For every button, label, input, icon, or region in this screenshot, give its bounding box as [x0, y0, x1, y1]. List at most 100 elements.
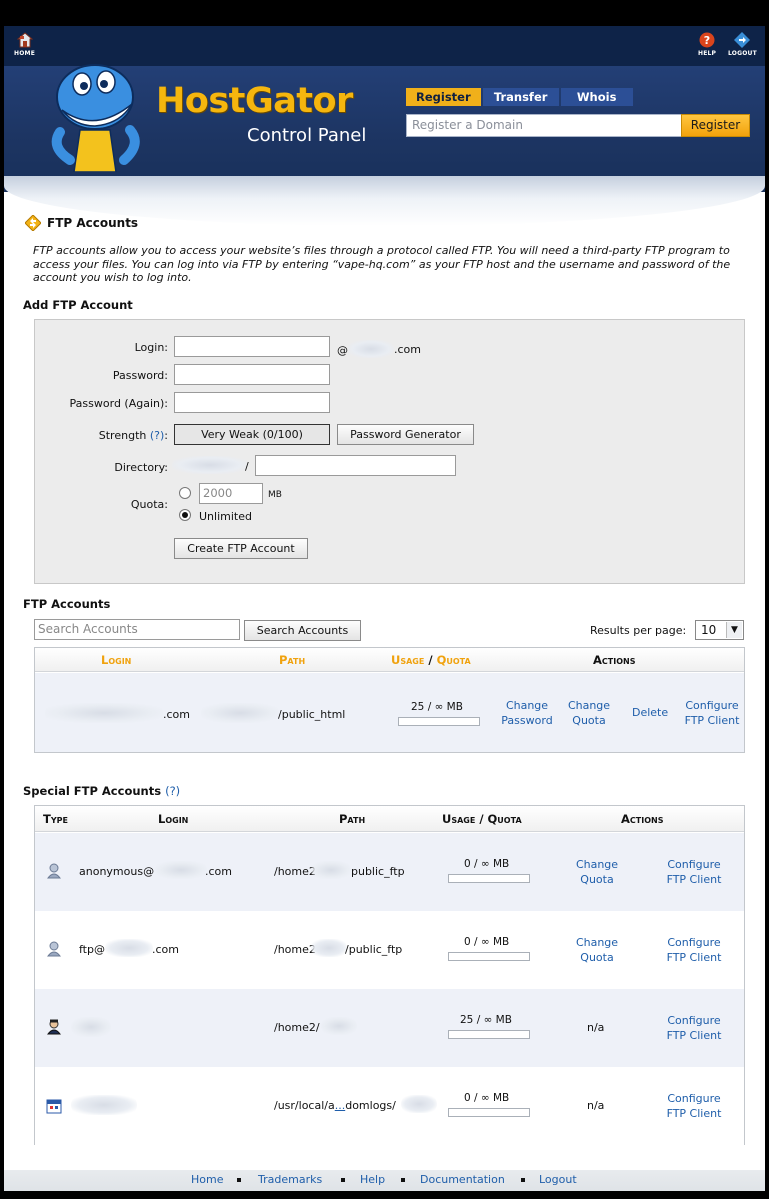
help-button[interactable]: ? HELP [698, 32, 716, 57]
password-generator-button[interactable]: Password Generator [337, 424, 474, 445]
special-ftp-table-header: Type Login Path Usage / Quota Actions [35, 806, 744, 832]
redacted-path [311, 861, 351, 879]
footer-link-trademarks[interactable]: Trademarks [258, 1173, 322, 1186]
add-ftp-panel: Login: @ .com Password: Password (Again)… [34, 319, 745, 584]
redacted-login [155, 861, 207, 879]
table-row: /home2/ 25 / ∞ MB n/a Configure FTP Clie… [35, 989, 744, 1067]
footer-link-documentation[interactable]: Documentation [420, 1173, 505, 1186]
control-panel-subtitle: Control Panel [247, 125, 367, 146]
usage-value: 0 / ∞ MB [464, 1092, 510, 1104]
redacted-domain [348, 340, 394, 358]
column-quota[interactable]: Quota [437, 653, 471, 667]
login-label: Login: [134, 341, 168, 354]
redacted-directory [172, 456, 248, 474]
change-quota-link[interactable]: Change Quota [570, 857, 624, 887]
user-icon [47, 941, 61, 957]
change-quota-link[interactable]: Change Quota [562, 698, 616, 728]
column-usage[interactable]: Usage [391, 653, 424, 667]
footer: Home Trademarks Help Documentation Logou… [4, 1170, 765, 1191]
help-icon: ? [699, 32, 715, 48]
quota-limited-radio[interactable] [179, 487, 191, 499]
configure-ftp-client-link[interactable]: Configure FTP Client [662, 857, 726, 887]
results-per-page-select[interactable]: 10 ▼ [695, 620, 744, 640]
table-row: /usr/local/a...domlogs/ 0 / ∞ MB n/a Con… [35, 1067, 744, 1145]
table-row: ftp@ .com /home2 /public_ftp 0 / ∞ MB Ch… [35, 911, 744, 989]
directory-slash: / [245, 460, 249, 473]
footer-link-help[interactable]: Help [360, 1173, 385, 1186]
ftp-accounts-section-title: FTP Accounts [23, 597, 111, 611]
configure-ftp-client-link[interactable]: Configure FTP Client [662, 1091, 726, 1121]
special-path-group: /usr/local/a...domlogs/ [274, 1099, 396, 1112]
column-login[interactable]: Login [101, 653, 131, 667]
create-ftp-account-button[interactable]: Create FTP Account [174, 538, 308, 559]
change-quota-link[interactable]: Change Quota [570, 935, 624, 965]
usage-value: 0 / ∞ MB [464, 858, 510, 870]
strength-help-link[interactable]: (?) [150, 429, 164, 442]
tab-register[interactable]: Register [406, 88, 481, 106]
quota-label: Quota: [130, 498, 168, 511]
unlimited-label: Unlimited [199, 510, 252, 523]
strength-label-group: Strength (?): [65, 429, 168, 442]
footer-separator [341, 1178, 345, 1182]
register-button[interactable]: Register [681, 114, 750, 137]
column-special-actions: Actions [621, 812, 664, 826]
directory-input[interactable] [255, 455, 456, 476]
special-ftp-table: Type Login Path Usage / Quota Actions an… [34, 805, 745, 1145]
change-password-link[interactable]: Change Password [497, 698, 557, 728]
usage-bar [448, 1030, 530, 1039]
special-path-prefix: /home2/ [274, 1021, 320, 1034]
search-accounts-input[interactable]: Search Accounts [34, 619, 240, 640]
special-login-prefix: ftp@ [79, 943, 105, 956]
column-usage-quota: Usage / Quota [391, 653, 471, 667]
gator-mascot-icon [51, 64, 140, 172]
footer-link-logout[interactable]: Logout [539, 1173, 577, 1186]
footer-link-home[interactable]: Home [191, 1173, 223, 1186]
results-per-page-value: 10 [701, 623, 717, 637]
column-special-usage-quota: Usage / Quota [442, 812, 522, 826]
quota-input[interactable]: 2000 [199, 483, 263, 504]
tab-transfer[interactable]: Transfer [482, 88, 559, 106]
logout-icon [734, 32, 751, 48]
path-expand-link[interactable]: ... [335, 1099, 346, 1112]
special-path-prefix: /home2 [274, 865, 316, 878]
domain-suffix: .com [394, 343, 421, 356]
chevron-down-icon: ▼ [726, 622, 742, 638]
special-ftp-section-title: Special FTP Accounts [23, 784, 162, 798]
configure-ftp-client-link[interactable]: Configure FTP Client [680, 698, 744, 728]
search-accounts-button[interactable]: Search Accounts [244, 620, 361, 641]
redacted-login [45, 703, 163, 723]
ftp-accounts-icon [25, 215, 41, 231]
special-path-suffix: domlogs/ [345, 1099, 396, 1112]
configure-ftp-client-link[interactable]: Configure FTP Client [662, 1013, 726, 1043]
column-path[interactable]: Path [279, 653, 305, 667]
special-login-suffix: .com [152, 943, 179, 956]
table-row: anonymous@ .com /home2 public_ftp 0 / ∞ … [35, 833, 744, 911]
quota-unlimited-radio[interactable] [179, 509, 191, 521]
password-input[interactable] [174, 364, 330, 385]
table-row: .com /public_html 25 / ∞ MB Change Passw… [35, 673, 744, 752]
home-button[interactable]: HOME [14, 32, 35, 57]
special-ftp-help-link[interactable]: (?) [165, 784, 180, 798]
logout-button[interactable]: LOGOUT [728, 32, 757, 57]
column-slash: / [428, 653, 433, 667]
redacted-login [71, 1095, 137, 1115]
usage-value: 25 / ∞ MB [411, 701, 463, 713]
password-again-input[interactable] [174, 392, 330, 413]
delete-link[interactable]: Delete [632, 706, 668, 719]
logout-label: LOGOUT [728, 50, 757, 57]
screen-frame: HOME ? HELP LOGOUT HostGator Control Pan… [0, 0, 769, 1199]
page-title: FTP Accounts [47, 216, 139, 230]
usage-value: 0 / ∞ MB [464, 936, 510, 948]
user-icon [47, 863, 61, 879]
home-label: HOME [14, 50, 35, 57]
login-input[interactable] [174, 336, 330, 357]
special-path-suffix: /public_ftp [345, 943, 403, 956]
help-label: HELP [698, 50, 717, 57]
tab-whois[interactable]: Whois [560, 88, 633, 106]
ftp-accounts-table: Login Path Usage / Quota Actions .com /p… [34, 647, 745, 753]
at-sign: @ [337, 344, 348, 357]
redacted-path [311, 939, 347, 957]
strength-label: Strength [98, 429, 147, 442]
configure-ftp-client-link[interactable]: Configure FTP Client [662, 935, 726, 965]
register-domain-input[interactable]: Register a Domain [406, 114, 682, 137]
